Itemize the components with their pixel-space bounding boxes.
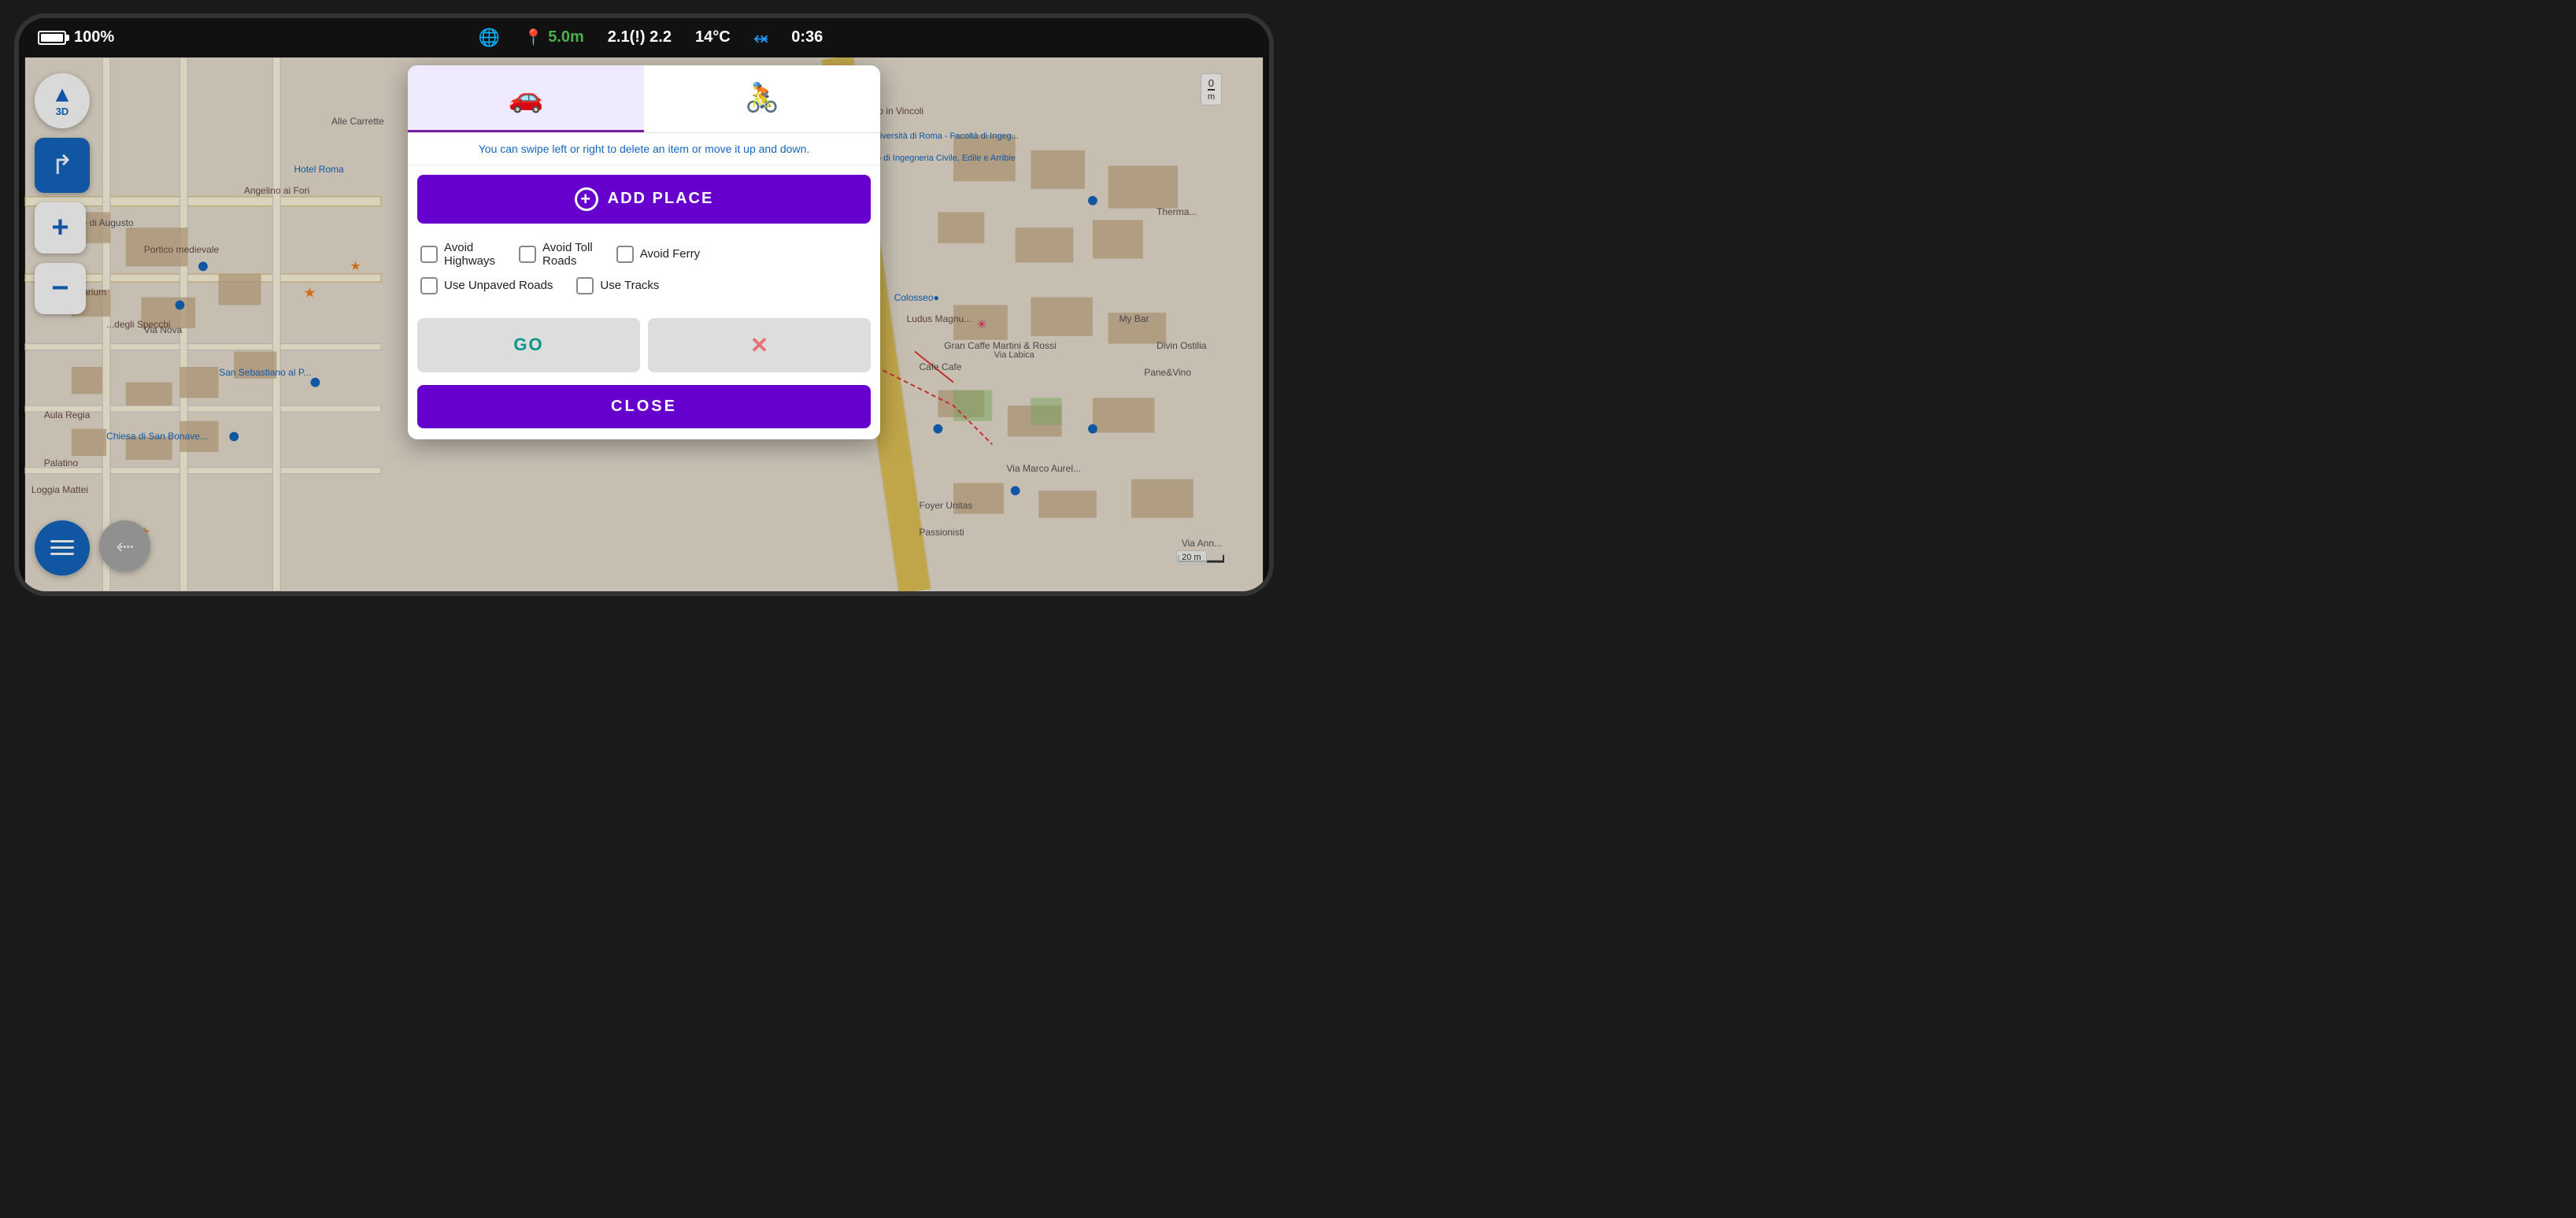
label-avoid-toll-roads: Avoid TollRoads	[542, 241, 593, 268]
temperature-display: 14°C	[695, 28, 731, 46]
action-buttons: GO ✕	[417, 318, 871, 372]
cancel-button[interactable]: ✕	[648, 318, 871, 372]
checkbox-avoid-toll-roads[interactable]	[519, 246, 536, 263]
options-row-1: AvoidHighways Avoid TollRoads Avoid Ferr…	[420, 241, 868, 268]
speed-display: 2.1(!) 2.2	[608, 28, 672, 46]
option-use-unpaved[interactable]: Use Unpaved Roads	[420, 277, 553, 294]
status-center: 🌐 📍 5.0m 2.1(!) 2.2 14°C ⬾ 0:36	[479, 28, 823, 48]
label-use-tracks: Use Tracks	[600, 279, 659, 292]
transport-tabs: 🚗 🚴	[408, 65, 880, 133]
option-use-tracks[interactable]: Use Tracks	[576, 277, 659, 294]
go-button[interactable]: GO	[417, 318, 640, 372]
battery-percent: 100%	[74, 28, 114, 46]
x-icon: ✕	[750, 332, 768, 358]
bike-icon: 🚴	[745, 81, 780, 114]
status-left: 100%	[38, 28, 114, 46]
label-avoid-highways: AvoidHighways	[444, 241, 495, 268]
checkbox-use-unpaved[interactable]	[420, 277, 438, 294]
globe-icon: 🌐	[479, 28, 500, 48]
tab-car[interactable]: 🚗	[408, 65, 644, 132]
location-info: 📍 5.0m	[524, 28, 584, 47]
close-button[interactable]: CLOSE	[417, 385, 871, 428]
label-use-unpaved: Use Unpaved Roads	[444, 279, 553, 292]
checkbox-use-tracks[interactable]	[576, 277, 594, 294]
status-bar: 100% 🌐 📍 5.0m 2.1(!) 2.2 14°C ⬾ 0:36	[19, 18, 1269, 57]
add-place-button[interactable]: + ADD PLACE	[417, 175, 871, 224]
route-settings-modal: 🚗 🚴 You can swipe left or right to delet…	[408, 65, 880, 439]
add-place-label: ADD PLACE	[608, 190, 714, 208]
route-options: AvoidHighways Avoid TollRoads Avoid Ferr…	[408, 233, 880, 312]
battery-icon	[38, 31, 66, 45]
clock-display: 0:36	[791, 28, 823, 46]
checkbox-avoid-ferry[interactable]	[616, 246, 634, 263]
map-container: ★ ★ ★ ✳ Crédit Agricole Downtown Accommo…	[19, 57, 1269, 591]
options-row-2: Use Unpaved Roads Use Tracks	[420, 277, 868, 294]
device-frame: 100% 🌐 📍 5.0m 2.1(!) 2.2 14°C ⬾ 0:36	[14, 13, 1274, 596]
swipe-hint: You can swipe left or right to delete an…	[408, 133, 880, 165]
option-avoid-highways[interactable]: AvoidHighways	[420, 241, 495, 268]
option-avoid-toll-roads[interactable]: Avoid TollRoads	[519, 241, 593, 268]
option-avoid-ferry[interactable]: Avoid Ferry	[616, 246, 700, 263]
label-avoid-ferry: Avoid Ferry	[640, 247, 700, 261]
modal-overlay: 🚗 🚴 You can swipe left or right to delet…	[19, 57, 1269, 591]
car-icon: 🚗	[509, 81, 544, 114]
plus-circle-icon: +	[575, 187, 598, 211]
bluetooth-icon: ⬾	[754, 28, 768, 48]
location-pin-icon: 📍	[524, 28, 543, 47]
checkbox-avoid-highways[interactable]	[420, 246, 438, 263]
tab-bike[interactable]: 🚴	[644, 65, 880, 132]
location-distance: 5.0m	[548, 28, 584, 46]
